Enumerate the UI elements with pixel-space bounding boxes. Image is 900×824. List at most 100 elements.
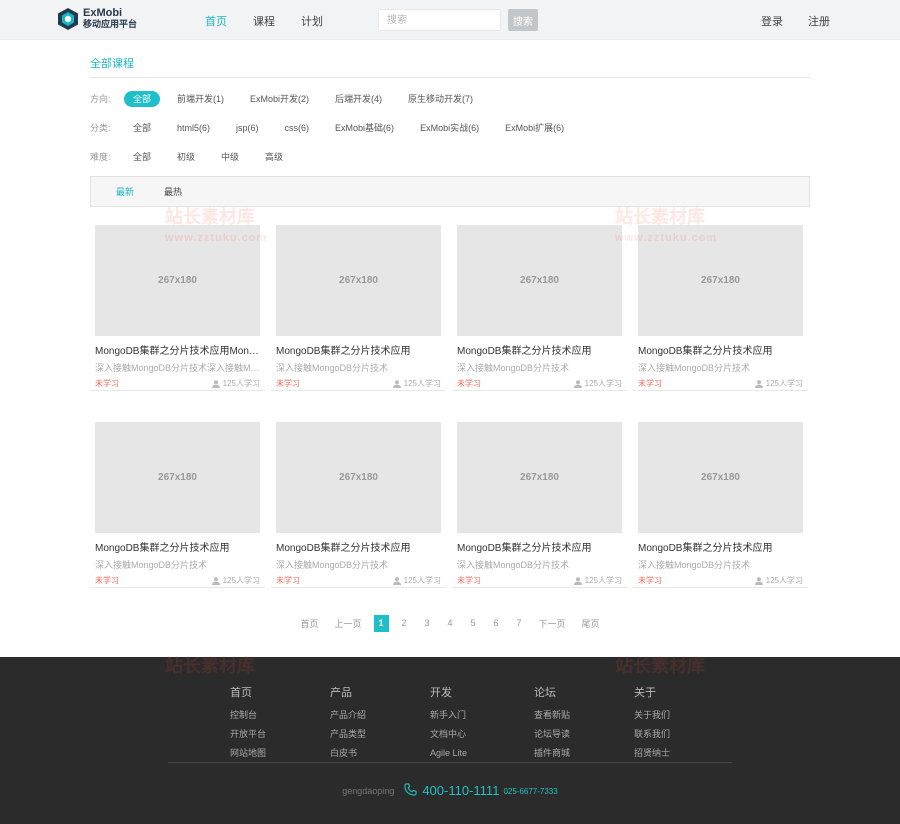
learner-count: 125人学习 — [765, 576, 803, 585]
page-prev[interactable]: 上一页 — [334, 617, 361, 630]
footer-link[interactable]: 查看新贴 — [534, 706, 634, 725]
filter-option[interactable]: html5(6) — [168, 120, 219, 136]
footer-column: 首页 控制台 开放平台 网站地图 — [230, 684, 330, 763]
course-thumbnail[interactable]: 267x180 — [457, 225, 622, 336]
nav-plans[interactable]: 计划 — [301, 13, 323, 29]
filter-option[interactable]: 全部 — [124, 149, 160, 165]
filter-label: 分类: — [90, 123, 111, 133]
filter-category: 分类: 全部 html5(6) jsp(6) css(6) ExMobi基础(6… — [90, 113, 810, 142]
search-button[interactable]: 搜索 — [508, 9, 538, 31]
course-card[interactable]: 267x180 MongoDB集群之分片技术应用 深入接触MongoDB分片技术… — [90, 417, 265, 588]
footer-link[interactable]: 文档中心 — [430, 725, 534, 744]
logo[interactable]: ExMobi 移动应用平台 — [58, 8, 137, 30]
footer-column-title: 关于 — [634, 687, 656, 699]
sort-hottest-tab[interactable]: 最热 — [164, 185, 182, 198]
page-number[interactable]: 3 — [420, 615, 435, 632]
learner-count: 125人学习 — [584, 576, 622, 585]
course-thumbnail[interactable]: 267x180 — [276, 422, 441, 533]
nav-home[interactable]: 首页 — [205, 13, 227, 29]
page-number[interactable]: 5 — [466, 615, 481, 632]
filter-option[interactable]: 全部 — [124, 90, 161, 107]
footer-contact: gengdaoping 400-110-1111 025-6677-7333 — [0, 783, 900, 798]
course-card[interactable]: 267x180 MongoDB集群之分片技术应用 深入接触MongoDB分片技术… — [633, 220, 808, 391]
login-link[interactable]: 登录 — [761, 13, 783, 29]
filter-option[interactable]: 中级 — [212, 149, 248, 165]
course-thumbnail[interactable]: 267x180 — [638, 225, 803, 336]
course-status: 未学习 — [276, 379, 300, 388]
top-header: ExMobi 移动应用平台 首页 课程 计划 搜索 登录 注册 — [0, 0, 900, 40]
course-thumbnail[interactable]: 267x180 — [638, 422, 803, 533]
learner-count: 125人学习 — [765, 379, 803, 388]
sort-newest-tab[interactable]: 最新 — [116, 185, 134, 198]
course-title[interactable]: MongoDB集群之分片技术应用 — [276, 539, 441, 554]
search-bar: 搜索 — [378, 9, 538, 31]
footer-column-title: 论坛 — [534, 687, 556, 699]
filter-option[interactable]: 全部 — [124, 120, 160, 136]
page-number[interactable]: 6 — [489, 615, 504, 632]
course-title[interactable]: MongoDB集群之分片技术应用 — [95, 539, 260, 554]
filter-option[interactable]: css(6) — [276, 120, 319, 136]
footer-link[interactable]: 产品介绍 — [330, 706, 430, 725]
course-title[interactable]: MongoDB集群之分片技术应用MongoDB集群之分片技术应用 — [95, 342, 260, 357]
course-thumbnail[interactable]: 267x180 — [276, 225, 441, 336]
course-card[interactable]: 267x180 MongoDB集群之分片技术应用 深入接触MongoDB分片技术… — [452, 220, 627, 391]
footer-link[interactable]: 插件商城 — [534, 744, 634, 763]
footer-link[interactable]: 控制台 — [230, 706, 330, 725]
page-number[interactable]: 7 — [512, 615, 527, 632]
course-thumbnail[interactable]: 267x180 — [95, 422, 260, 533]
footer-column: 开发 新手入门 文档中心 Agile Lite — [430, 684, 534, 763]
course-desc: 深入接触MongoDB分片技术 — [457, 560, 570, 570]
course-card[interactable]: 267x180 MongoDB集群之分片技术应用MongoDB集群之分片技术应用… — [90, 220, 265, 391]
footer-link[interactable]: 网站地图 — [230, 744, 330, 763]
page-number[interactable]: 4 — [443, 615, 458, 632]
pagination: 首页 上一页 1 2 3 4 5 6 7 下一页 尾页 — [0, 615, 900, 632]
filter-option[interactable]: 原生移动开发(7) — [399, 91, 482, 107]
filter-option[interactable]: 高级 — [256, 149, 292, 165]
learner-count: 125人学习 — [222, 576, 260, 585]
page-last[interactable]: 尾页 — [582, 617, 600, 630]
footer-link[interactable]: Agile Lite — [430, 744, 534, 763]
filter-option[interactable]: jsp(6) — [227, 120, 268, 136]
page-first[interactable]: 首页 — [300, 617, 318, 630]
course-thumbnail[interactable]: 267x180 — [95, 225, 260, 336]
course-card[interactable]: 267x180 MongoDB集群之分片技术应用 深入接触MongoDB分片技术… — [633, 417, 808, 588]
course-title[interactable]: MongoDB集群之分片技术应用 — [638, 539, 803, 554]
user-icon — [754, 379, 763, 388]
filter-option[interactable]: ExMobi实战(6) — [411, 120, 488, 136]
footer-link[interactable]: 招贤纳士 — [634, 744, 714, 763]
filter-option[interactable]: 初级 — [168, 149, 204, 165]
search-input[interactable] — [378, 9, 501, 31]
footer-link[interactable]: 联系我们 — [634, 725, 714, 744]
filter-option[interactable]: 后端开发(4) — [326, 91, 391, 107]
user-icon — [392, 576, 401, 585]
filter-option[interactable]: 前端开发(1) — [168, 91, 233, 107]
footer-link[interactable]: 白皮书 — [330, 744, 430, 763]
main-nav: 首页 课程 计划 — [205, 13, 349, 29]
footer-link[interactable]: 论坛导读 — [534, 725, 634, 744]
filter-option[interactable]: ExMobi扩展(6) — [496, 120, 573, 136]
course-title[interactable]: MongoDB集群之分片技术应用 — [457, 342, 622, 357]
course-card[interactable]: 267x180 MongoDB集群之分片技术应用 深入接触MongoDB分片技术… — [452, 417, 627, 588]
page-number[interactable]: 2 — [397, 615, 412, 632]
nav-courses[interactable]: 课程 — [253, 13, 275, 29]
footer-column: 关于 关于我们 联系我们 招贤纳士 — [634, 684, 714, 763]
footer-link[interactable]: 开放平台 — [230, 725, 330, 744]
page-number[interactable]: 1 — [373, 615, 389, 632]
course-thumbnail[interactable]: 267x180 — [457, 422, 622, 533]
course-card[interactable]: 267x180 MongoDB集群之分片技术应用 深入接触MongoDB分片技术… — [271, 417, 446, 588]
filter-option[interactable]: ExMobi基础(6) — [326, 120, 403, 136]
footer-link[interactable]: 新手入门 — [430, 706, 534, 725]
course-title[interactable]: MongoDB集群之分片技术应用 — [276, 342, 441, 357]
site-footer: 首页 控制台 开放平台 网站地图 产品 产品介绍 产品类型 白皮书 开发 新手入… — [0, 657, 900, 824]
logo-subtitle: 移动应用平台 — [83, 19, 138, 29]
course-title[interactable]: MongoDB集群之分片技术应用 — [638, 342, 803, 357]
footer-divider — [168, 762, 732, 763]
filter-option[interactable]: ExMobi开发(2) — [241, 91, 318, 107]
footer-link[interactable]: 产品类型 — [330, 725, 430, 744]
course-card[interactable]: 267x180 MongoDB集群之分片技术应用 深入接触MongoDB分片技术… — [271, 220, 446, 391]
course-desc: 深入接触MongoDB分片技术 — [276, 560, 389, 570]
footer-link[interactable]: 关于我们 — [634, 706, 714, 725]
course-title[interactable]: MongoDB集群之分片技术应用 — [457, 539, 622, 554]
page-next[interactable]: 下一页 — [539, 617, 566, 630]
register-link[interactable]: 注册 — [808, 13, 830, 29]
